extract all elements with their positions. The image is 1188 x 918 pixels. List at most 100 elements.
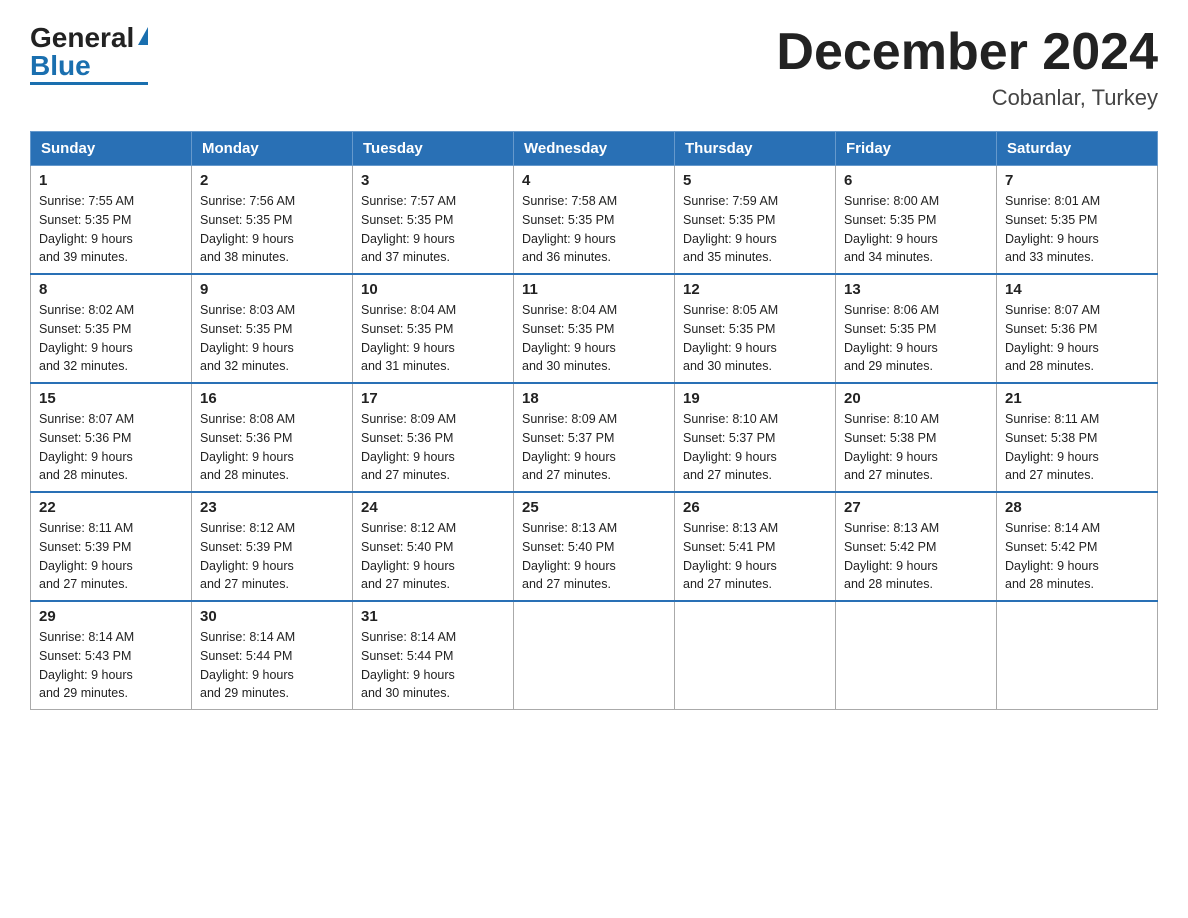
day-number: 26 (683, 499, 827, 516)
table-row: 5 Sunrise: 7:59 AM Sunset: 5:35 PM Dayli… (675, 166, 836, 275)
table-row: 27 Sunrise: 8:13 AM Sunset: 5:42 PM Dayl… (836, 492, 997, 601)
day-info: Sunrise: 8:06 AM Sunset: 5:35 PM Dayligh… (844, 301, 988, 376)
day-info: Sunrise: 8:13 AM Sunset: 5:41 PM Dayligh… (683, 519, 827, 594)
day-info: Sunrise: 8:14 AM Sunset: 5:44 PM Dayligh… (361, 628, 505, 703)
day-number: 12 (683, 281, 827, 298)
day-number: 11 (522, 281, 666, 298)
table-row: 16 Sunrise: 8:08 AM Sunset: 5:36 PM Dayl… (192, 383, 353, 492)
day-number: 21 (1005, 390, 1149, 407)
day-info: Sunrise: 8:11 AM Sunset: 5:38 PM Dayligh… (1005, 410, 1149, 485)
table-row: 30 Sunrise: 8:14 AM Sunset: 5:44 PM Dayl… (192, 601, 353, 710)
day-number: 7 (1005, 172, 1149, 189)
day-info: Sunrise: 8:11 AM Sunset: 5:39 PM Dayligh… (39, 519, 183, 594)
day-info: Sunrise: 8:14 AM Sunset: 5:43 PM Dayligh… (39, 628, 183, 703)
table-row: 20 Sunrise: 8:10 AM Sunset: 5:38 PM Dayl… (836, 383, 997, 492)
table-row: 22 Sunrise: 8:11 AM Sunset: 5:39 PM Dayl… (31, 492, 192, 601)
table-row (836, 601, 997, 710)
table-row: 10 Sunrise: 8:04 AM Sunset: 5:35 PM Dayl… (353, 274, 514, 383)
day-info: Sunrise: 8:07 AM Sunset: 5:36 PM Dayligh… (39, 410, 183, 485)
table-row: 24 Sunrise: 8:12 AM Sunset: 5:40 PM Dayl… (353, 492, 514, 601)
day-info: Sunrise: 7:59 AM Sunset: 5:35 PM Dayligh… (683, 192, 827, 267)
table-row: 12 Sunrise: 8:05 AM Sunset: 5:35 PM Dayl… (675, 274, 836, 383)
day-number: 22 (39, 499, 183, 516)
day-info: Sunrise: 8:13 AM Sunset: 5:40 PM Dayligh… (522, 519, 666, 594)
header-sunday: Sunday (31, 132, 192, 166)
day-info: Sunrise: 8:00 AM Sunset: 5:35 PM Dayligh… (844, 192, 988, 267)
day-info: Sunrise: 7:57 AM Sunset: 5:35 PM Dayligh… (361, 192, 505, 267)
table-row: 13 Sunrise: 8:06 AM Sunset: 5:35 PM Dayl… (836, 274, 997, 383)
day-number: 16 (200, 390, 344, 407)
table-row: 15 Sunrise: 8:07 AM Sunset: 5:36 PM Dayl… (31, 383, 192, 492)
table-row: 8 Sunrise: 8:02 AM Sunset: 5:35 PM Dayli… (31, 274, 192, 383)
day-number: 19 (683, 390, 827, 407)
day-number: 17 (361, 390, 505, 407)
calendar-table: Sunday Monday Tuesday Wednesday Thursday… (30, 131, 1158, 710)
day-info: Sunrise: 8:13 AM Sunset: 5:42 PM Dayligh… (844, 519, 988, 594)
day-number: 28 (1005, 499, 1149, 516)
day-number: 30 (200, 608, 344, 625)
header-friday: Friday (836, 132, 997, 166)
day-number: 2 (200, 172, 344, 189)
header-thursday: Thursday (675, 132, 836, 166)
header-monday: Monday (192, 132, 353, 166)
day-number: 18 (522, 390, 666, 407)
day-info: Sunrise: 8:04 AM Sunset: 5:35 PM Dayligh… (361, 301, 505, 376)
table-row: 19 Sunrise: 8:10 AM Sunset: 5:37 PM Dayl… (675, 383, 836, 492)
calendar-week-row: 8 Sunrise: 8:02 AM Sunset: 5:35 PM Dayli… (31, 274, 1158, 383)
table-row: 21 Sunrise: 8:11 AM Sunset: 5:38 PM Dayl… (997, 383, 1158, 492)
logo-general: General (30, 24, 134, 52)
location-title: Cobanlar, Turkey (776, 85, 1158, 111)
calendar-week-row: 1 Sunrise: 7:55 AM Sunset: 5:35 PM Dayli… (31, 166, 1158, 275)
table-row: 31 Sunrise: 8:14 AM Sunset: 5:44 PM Dayl… (353, 601, 514, 710)
table-row: 26 Sunrise: 8:13 AM Sunset: 5:41 PM Dayl… (675, 492, 836, 601)
day-number: 6 (844, 172, 988, 189)
month-title: December 2024 (776, 24, 1158, 81)
day-info: Sunrise: 7:55 AM Sunset: 5:35 PM Dayligh… (39, 192, 183, 267)
table-row: 1 Sunrise: 7:55 AM Sunset: 5:35 PM Dayli… (31, 166, 192, 275)
day-info: Sunrise: 7:56 AM Sunset: 5:35 PM Dayligh… (200, 192, 344, 267)
day-info: Sunrise: 8:01 AM Sunset: 5:35 PM Dayligh… (1005, 192, 1149, 267)
table-row: 17 Sunrise: 8:09 AM Sunset: 5:36 PM Dayl… (353, 383, 514, 492)
table-row: 11 Sunrise: 8:04 AM Sunset: 5:35 PM Dayl… (514, 274, 675, 383)
day-info: Sunrise: 8:02 AM Sunset: 5:35 PM Dayligh… (39, 301, 183, 376)
day-number: 14 (1005, 281, 1149, 298)
day-info: Sunrise: 8:14 AM Sunset: 5:44 PM Dayligh… (200, 628, 344, 703)
table-row: 25 Sunrise: 8:13 AM Sunset: 5:40 PM Dayl… (514, 492, 675, 601)
header-saturday: Saturday (997, 132, 1158, 166)
day-number: 25 (522, 499, 666, 516)
logo: General Blue (30, 24, 148, 85)
day-number: 24 (361, 499, 505, 516)
day-number: 27 (844, 499, 988, 516)
day-number: 4 (522, 172, 666, 189)
logo-triangle-icon (138, 27, 148, 45)
table-row: 4 Sunrise: 7:58 AM Sunset: 5:35 PM Dayli… (514, 166, 675, 275)
day-info: Sunrise: 8:08 AM Sunset: 5:36 PM Dayligh… (200, 410, 344, 485)
day-number: 15 (39, 390, 183, 407)
table-row: 6 Sunrise: 8:00 AM Sunset: 5:35 PM Dayli… (836, 166, 997, 275)
table-row: 9 Sunrise: 8:03 AM Sunset: 5:35 PM Dayli… (192, 274, 353, 383)
day-number: 31 (361, 608, 505, 625)
day-info: Sunrise: 8:14 AM Sunset: 5:42 PM Dayligh… (1005, 519, 1149, 594)
day-info: Sunrise: 8:07 AM Sunset: 5:36 PM Dayligh… (1005, 301, 1149, 376)
table-row: 23 Sunrise: 8:12 AM Sunset: 5:39 PM Dayl… (192, 492, 353, 601)
day-number: 8 (39, 281, 183, 298)
logo-blue: Blue (30, 52, 91, 80)
day-number: 1 (39, 172, 183, 189)
day-info: Sunrise: 8:12 AM Sunset: 5:40 PM Dayligh… (361, 519, 505, 594)
day-info: Sunrise: 8:04 AM Sunset: 5:35 PM Dayligh… (522, 301, 666, 376)
logo-underline (30, 82, 148, 85)
day-info: Sunrise: 8:10 AM Sunset: 5:37 PM Dayligh… (683, 410, 827, 485)
table-row: 3 Sunrise: 7:57 AM Sunset: 5:35 PM Dayli… (353, 166, 514, 275)
day-info: Sunrise: 8:03 AM Sunset: 5:35 PM Dayligh… (200, 301, 344, 376)
day-number: 3 (361, 172, 505, 189)
weekday-header-row: Sunday Monday Tuesday Wednesday Thursday… (31, 132, 1158, 166)
day-info: Sunrise: 8:05 AM Sunset: 5:35 PM Dayligh… (683, 301, 827, 376)
calendar-week-row: 15 Sunrise: 8:07 AM Sunset: 5:36 PM Dayl… (31, 383, 1158, 492)
calendar-week-row: 22 Sunrise: 8:11 AM Sunset: 5:39 PM Dayl… (31, 492, 1158, 601)
table-row (997, 601, 1158, 710)
page-header: General Blue December 2024 Cobanlar, Tur… (30, 24, 1158, 111)
day-number: 20 (844, 390, 988, 407)
day-info: Sunrise: 8:09 AM Sunset: 5:37 PM Dayligh… (522, 410, 666, 485)
day-number: 29 (39, 608, 183, 625)
day-info: Sunrise: 8:10 AM Sunset: 5:38 PM Dayligh… (844, 410, 988, 485)
